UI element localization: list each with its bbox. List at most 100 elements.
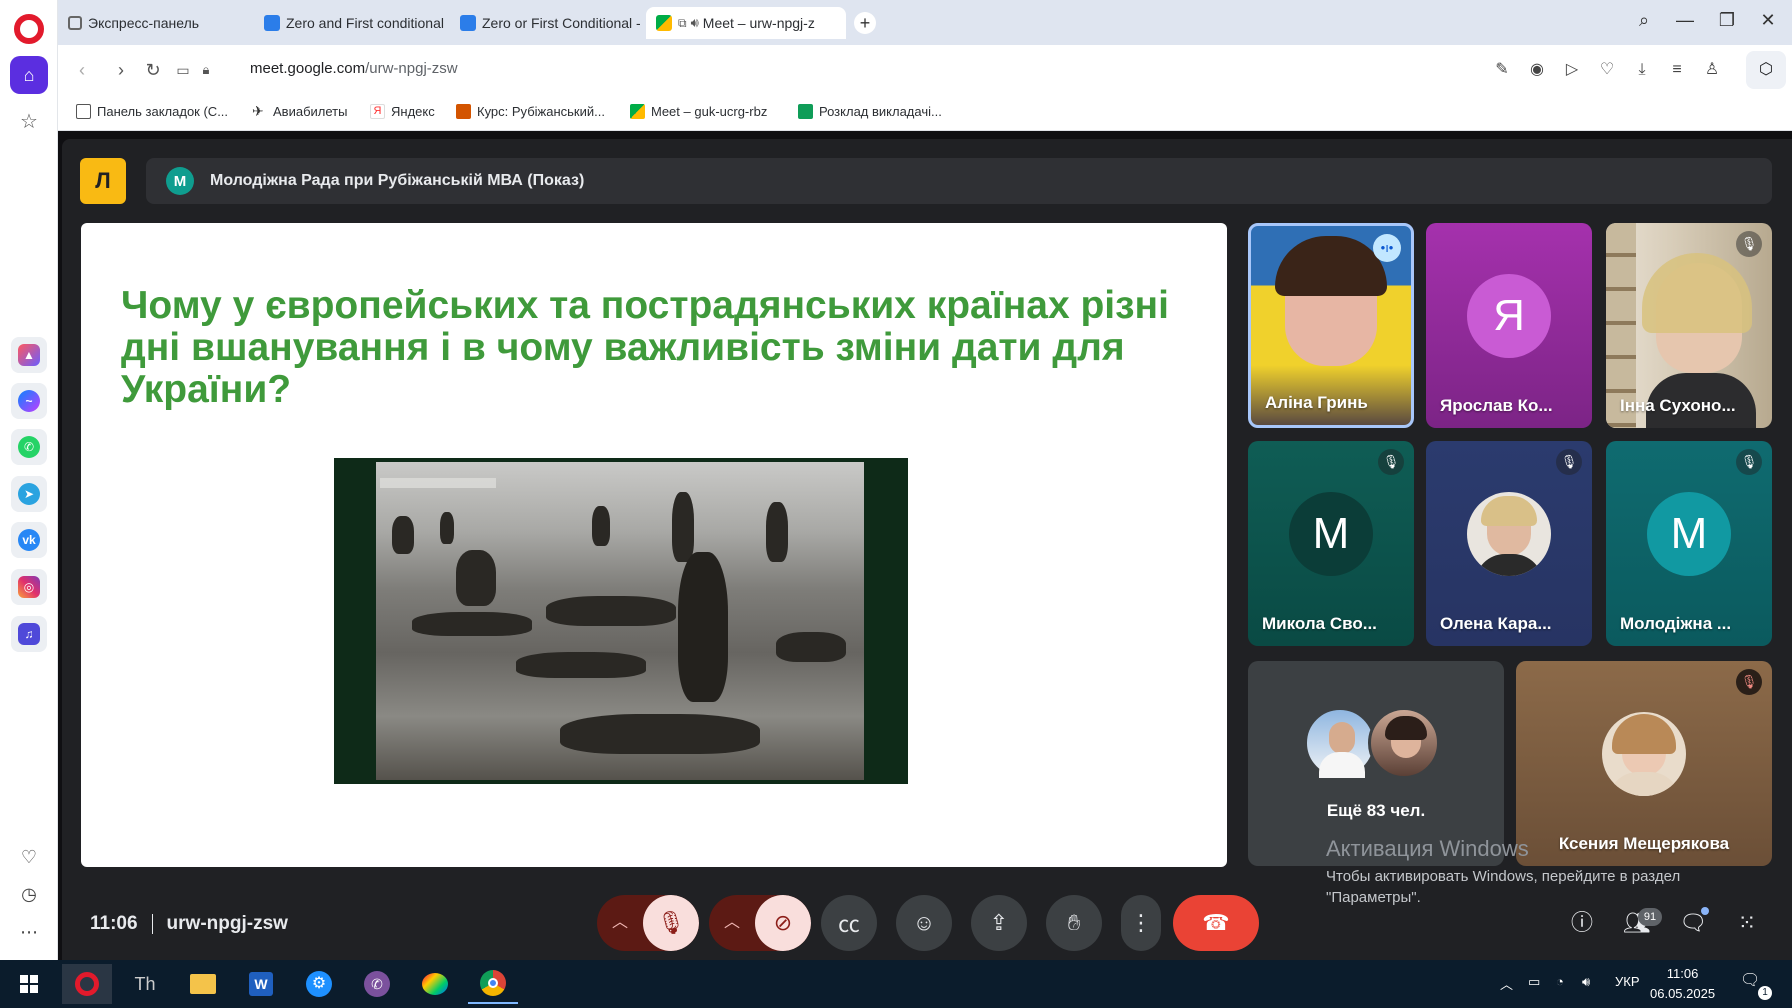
participant-tile-3[interactable]: M 🎙︎ Микола Сво... <box>1248 441 1414 646</box>
camera-off-button[interactable]: ⊘ <box>755 895 811 951</box>
home-icon[interactable]: ⌂ <box>10 56 48 94</box>
reactions-button[interactable]: ☺ <box>896 895 952 951</box>
present-screen-button[interactable]: ⇪ <box>971 895 1027 951</box>
tab-meet[interactable]: ⧉ 🔊︎ Meet – urw-npgj-z <box>646 7 846 39</box>
taskbar-app-th[interactable]: Th <box>120 964 170 1004</box>
volume-icon[interactable]: 🔊︎ <box>1582 974 1590 990</box>
speaker-icon[interactable]: 🔊︎ <box>691 15 699 31</box>
minimize-icon[interactable]: — <box>1673 10 1697 31</box>
camera-control[interactable]: ︿ ⊘ <box>709 895 811 951</box>
meeting-info-button[interactable]: ⓘ <box>1562 903 1602 943</box>
language-indicator[interactable]: УКР <box>1615 974 1640 989</box>
mic-off-button[interactable]: 🎙︎ <box>643 895 699 951</box>
mic-off-icon: 🎙︎ <box>1378 449 1404 475</box>
wordwall-icon <box>460 15 476 31</box>
mic-off-icon: 🎙︎ <box>1556 449 1582 475</box>
taskbar-opera[interactable] <box>62 964 112 1004</box>
leave-call-button[interactable]: ☎︎ <box>1173 895 1259 951</box>
pip-icon[interactable]: ⧉ <box>678 16 687 31</box>
taskbar-file-explorer[interactable] <box>178 964 228 1004</box>
forward-icon[interactable]: › <box>109 58 133 82</box>
new-tab-button[interactable]: + <box>854 12 876 34</box>
bookmark-aviabilety[interactable]: ✈ Авиабилеты <box>252 104 347 120</box>
taskbar-clock[interactable]: 11:06 06.05.2025 <box>1650 964 1715 1004</box>
folder-icon <box>190 974 216 994</box>
more-options-button[interactable]: ⋮ <box>1121 895 1161 951</box>
meet-icon <box>656 15 672 31</box>
participant-tile-4[interactable]: 🎙︎ Олена Кара... <box>1426 441 1592 646</box>
sidebar-app-music[interactable]: ♫ <box>11 616 47 652</box>
chrome-icon <box>480 970 506 996</box>
sidebar-app-whatsapp[interactable]: ✆ <box>11 429 47 465</box>
opera-sidebar: ⌂ ☆ ▲ ~ ✆ ➤ vk ◎ ♫ ♡ ◷ ⋯ <box>0 0 58 960</box>
participant-photo <box>1304 707 1376 779</box>
bookmark-meet[interactable]: Meet – guk-ucrg-rbz <box>630 104 767 119</box>
tab-speed-dial[interactable]: Экспресс-панель <box>58 7 248 39</box>
presentation-title: Молодіжна Рада при Рубіжанській МВА (Пок… <box>210 172 585 189</box>
tab-zero-or-first-conditional[interactable]: Zero or First Conditional - <box>450 7 640 39</box>
profile-icon[interactable]: ♙ <box>1700 58 1724 82</box>
bookmark-yandex[interactable]: Я Яндекс <box>370 104 435 119</box>
bookmark-course[interactable]: Курс: Рубіжанський... <box>456 104 605 119</box>
activities-button[interactable]: ⁙ <box>1727 903 1767 943</box>
bookmark-folder[interactable]: Панель закладок (С... <box>76 104 228 119</box>
history-icon[interactable]: ◷ <box>17 882 41 906</box>
opera-icon <box>75 972 99 996</box>
participant-avatar-letter: Я <box>1467 273 1551 358</box>
camera-permission-icon[interactable]: ▭ <box>171 58 195 82</box>
participant-tile-0[interactable]: •ı• Аліна Гринь <box>1248 223 1414 428</box>
raise-hand-button[interactable]: ✋︎ <box>1046 895 1102 951</box>
star-icon[interactable]: ☆ <box>17 110 41 134</box>
wifi-icon[interactable]: ◔ <box>1556 974 1564 989</box>
windows-taskbar: Th W ⚙ ✆ ︿ ▭ ◔ 🔊︎ УКР 11:06 06.05.2025 🗨… <box>0 960 1792 1008</box>
participant-tile-2[interactable]: 🎙︎ Інна Сухоно... <box>1606 223 1772 428</box>
reload-icon[interactable]: ↻ <box>141 58 165 82</box>
heart-icon[interactable]: ♡ <box>17 845 41 869</box>
sidebar-app-messenger[interactable]: ~ <box>11 383 47 419</box>
camera-options-chevron-icon[interactable]: ︿ <box>709 895 755 951</box>
tray-chevron-icon[interactable]: ︿ <box>1500 974 1513 993</box>
meet-icon <box>630 104 645 119</box>
sidebar-app-telegram[interactable]: ➤ <box>11 476 47 512</box>
notifications-icon[interactable]: 🗨︎ <box>1740 970 1760 990</box>
participant-tile-1[interactable]: Я Ярослав Ко... <box>1426 223 1592 428</box>
battery-icon[interactable]: ▭ <box>1528 974 1540 990</box>
snapshot-icon[interactable]: ◉ <box>1525 58 1549 82</box>
mic-options-chevron-icon[interactable]: ︿ <box>597 895 643 951</box>
captions-button[interactable]: ㏄ <box>821 895 877 951</box>
historical-photo <box>376 462 864 780</box>
easy-setup-icon[interactable]: ≡ <box>1665 58 1689 82</box>
app-th-icon: Th <box>134 973 156 994</box>
taskbar-word[interactable]: W <box>236 964 286 1004</box>
microphone-control[interactable]: ︿ 🎙︎ <box>597 895 699 951</box>
bookmark-schedule[interactable]: Розклад викладачі... <box>798 104 942 119</box>
tab-zero-first-conditional[interactable]: Zero and First conditional <box>254 7 444 39</box>
end-call-icon: ☎︎ <box>1202 910 1230 935</box>
opera-logo-icon[interactable] <box>14 14 44 44</box>
heart-icon[interactable]: ♡ <box>1595 58 1619 82</box>
taskbar-app-gear[interactable]: ⚙ <box>294 964 344 1004</box>
url-field[interactable]: meet.google.com/urw-npgj-zsw <box>250 60 458 77</box>
taskbar-viber[interactable]: ✆ <box>352 964 402 1004</box>
sidebar-app-vk[interactable]: vk <box>11 522 47 558</box>
more-icon[interactable]: ⋯ <box>17 920 41 944</box>
start-button[interactable] <box>4 964 54 1004</box>
lock-icon[interactable]: 🔒︎ <box>194 58 218 82</box>
maximize-icon[interactable]: ❐ <box>1715 10 1739 31</box>
presentation-title-bar[interactable]: M Молодіжна Рада при Рубіжанській МВА (П… <box>146 158 1772 204</box>
extensions-icon[interactable]: ⬡ <box>1746 51 1786 89</box>
taskbar-chrome[interactable] <box>468 964 518 1004</box>
search-icon[interactable]: ⌕ <box>1632 10 1656 31</box>
word-icon: W <box>249 972 273 996</box>
taskbar-app-palette[interactable] <box>410 964 460 1004</box>
participant-tile-5[interactable]: M 🎙︎ Молодіжна ... <box>1606 441 1772 646</box>
back-icon[interactable]: ‹ <box>70 58 94 82</box>
close-icon[interactable]: ✕ <box>1756 10 1780 31</box>
sidebar-app-instagram[interactable]: ◎ <box>11 569 47 605</box>
shared-slide: Чому у європейських та пострадянських кр… <box>81 223 1227 867</box>
sidebar-app-aria[interactable]: ▲ <box>11 337 47 373</box>
send-icon[interactable]: ▷ <box>1560 58 1584 82</box>
download-icon[interactable]: ⤓ <box>1630 58 1654 82</box>
presentation-logo-icon[interactable]: Л <box>80 158 126 204</box>
edit-icon[interactable]: ✎ <box>1490 58 1514 82</box>
